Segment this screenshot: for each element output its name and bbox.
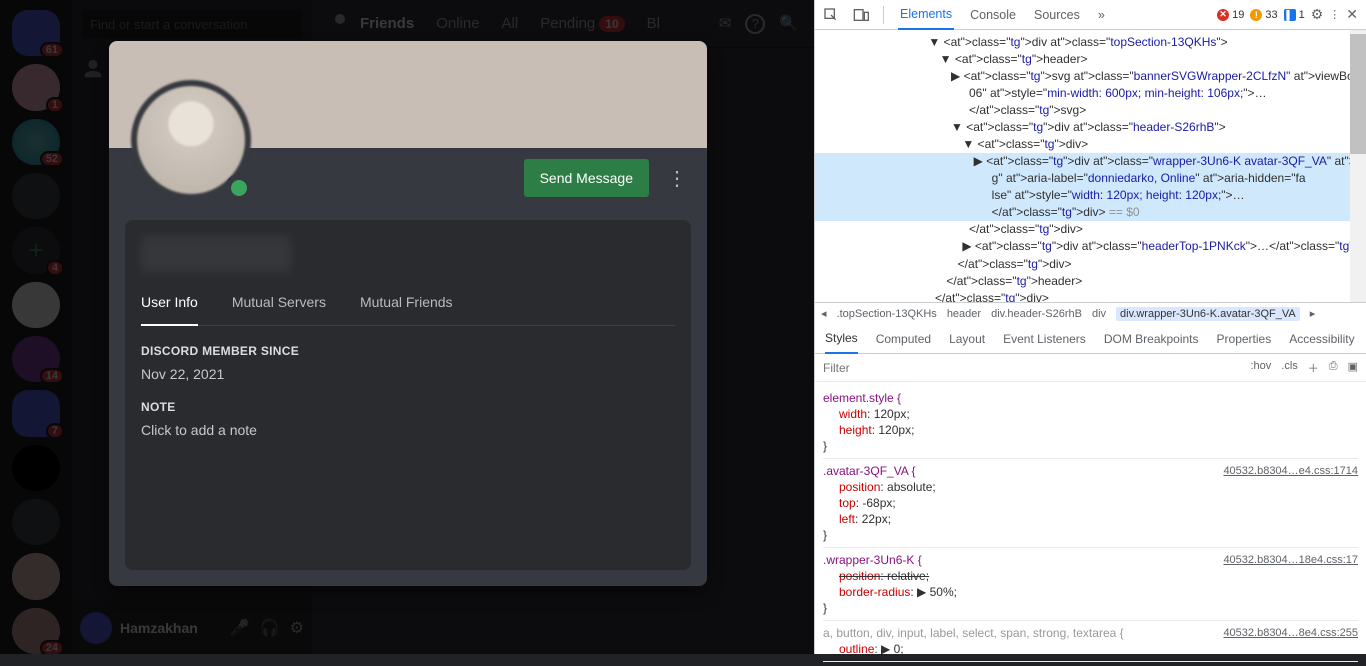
styles-filter-row: :hov .cls ＋ ⎙ ▣ <box>815 354 1366 382</box>
device-toggle-icon[interactable] <box>853 7 869 23</box>
styles-icon[interactable]: ▣ <box>1348 360 1358 376</box>
close-devtools-icon[interactable]: ✕ <box>1346 6 1358 23</box>
note-label: NOTE <box>141 400 675 414</box>
devtools-tab-more[interactable]: » <box>1096 1 1107 29</box>
settings-icon[interactable]: ⚙ <box>1311 6 1324 23</box>
more-options-button[interactable]: ⋮ <box>667 166 687 191</box>
style-rules[interactable]: element.style {width: 120px;height: 120p… <box>815 382 1366 666</box>
devtools-tab-elements[interactable]: Elements <box>898 0 954 30</box>
styles-tab-dom-bp[interactable]: DOM Breakpoints <box>1104 332 1199 346</box>
profile-username <box>141 236 291 272</box>
cls-toggle[interactable]: .cls <box>1281 360 1298 376</box>
new-style-rule[interactable]: ＋ <box>1308 360 1319 376</box>
styles-tab-computed[interactable]: Computed <box>876 332 931 346</box>
devtools-toolbar: Elements Console Sources » ✕19 !33 ▌1 ⚙ … <box>815 0 1366 30</box>
styles-tab-listeners[interactable]: Event Listeners <box>1003 332 1086 346</box>
tab-mutual-servers[interactable]: Mutual Servers <box>232 294 326 325</box>
styles-filter-input[interactable] <box>823 361 1250 375</box>
styles-tab-properties[interactable]: Properties <box>1217 332 1272 346</box>
breadcrumb[interactable]: ◂ .topSection-13QKHs header div.header-S… <box>815 302 1366 324</box>
profile-body: User Info Mutual Servers Mutual Friends … <box>125 220 691 570</box>
user-profile-modal: Send Message ⋮ User Info Mutual Servers … <box>109 41 707 586</box>
styles-tab-layout[interactable]: Layout <box>949 332 985 346</box>
warning-count[interactable]: !33 <box>1250 9 1277 21</box>
scrollbar-thumb[interactable] <box>1350 34 1366 154</box>
styles-tabs: Styles Computed Layout Event Listeners D… <box>815 324 1366 354</box>
devtools-panel: Elements Console Sources » ✕19 !33 ▌1 ⚙ … <box>814 0 1366 654</box>
crumb-prev[interactable]: ◂ <box>821 307 827 320</box>
member-since-label: DISCORD MEMBER SINCE <box>141 344 675 358</box>
member-since-value: Nov 22, 2021 <box>141 366 675 382</box>
devtools-tab-sources[interactable]: Sources <box>1032 1 1082 29</box>
dom-tree[interactable]: ▼ <at">class="tg">div at">class="topSect… <box>815 30 1366 302</box>
profile-tabs: User Info Mutual Servers Mutual Friends <box>141 294 675 326</box>
devtools-tab-console[interactable]: Console <box>968 1 1018 29</box>
styles-tab-styles[interactable]: Styles <box>825 324 858 354</box>
kebab-icon[interactable]: ⋮ <box>1329 8 1340 21</box>
error-count[interactable]: ✕19 <box>1217 9 1244 21</box>
styles-tab-a11y[interactable]: Accessibility <box>1289 332 1354 346</box>
status-badge-online <box>225 174 253 202</box>
crumb-next[interactable]: ▸ <box>1310 307 1316 320</box>
styles-icon[interactable]: ⎙ <box>1329 360 1338 376</box>
note-input[interactable]: Click to add a note <box>141 422 675 438</box>
send-message-button[interactable]: Send Message <box>524 159 649 197</box>
info-count[interactable]: ▌1 <box>1284 9 1305 21</box>
inspect-icon[interactable] <box>823 7 839 23</box>
hov-toggle[interactable]: :hov <box>1250 360 1271 376</box>
tab-user-info[interactable]: User Info <box>141 294 198 326</box>
tab-mutual-friends[interactable]: Mutual Friends <box>360 294 453 325</box>
